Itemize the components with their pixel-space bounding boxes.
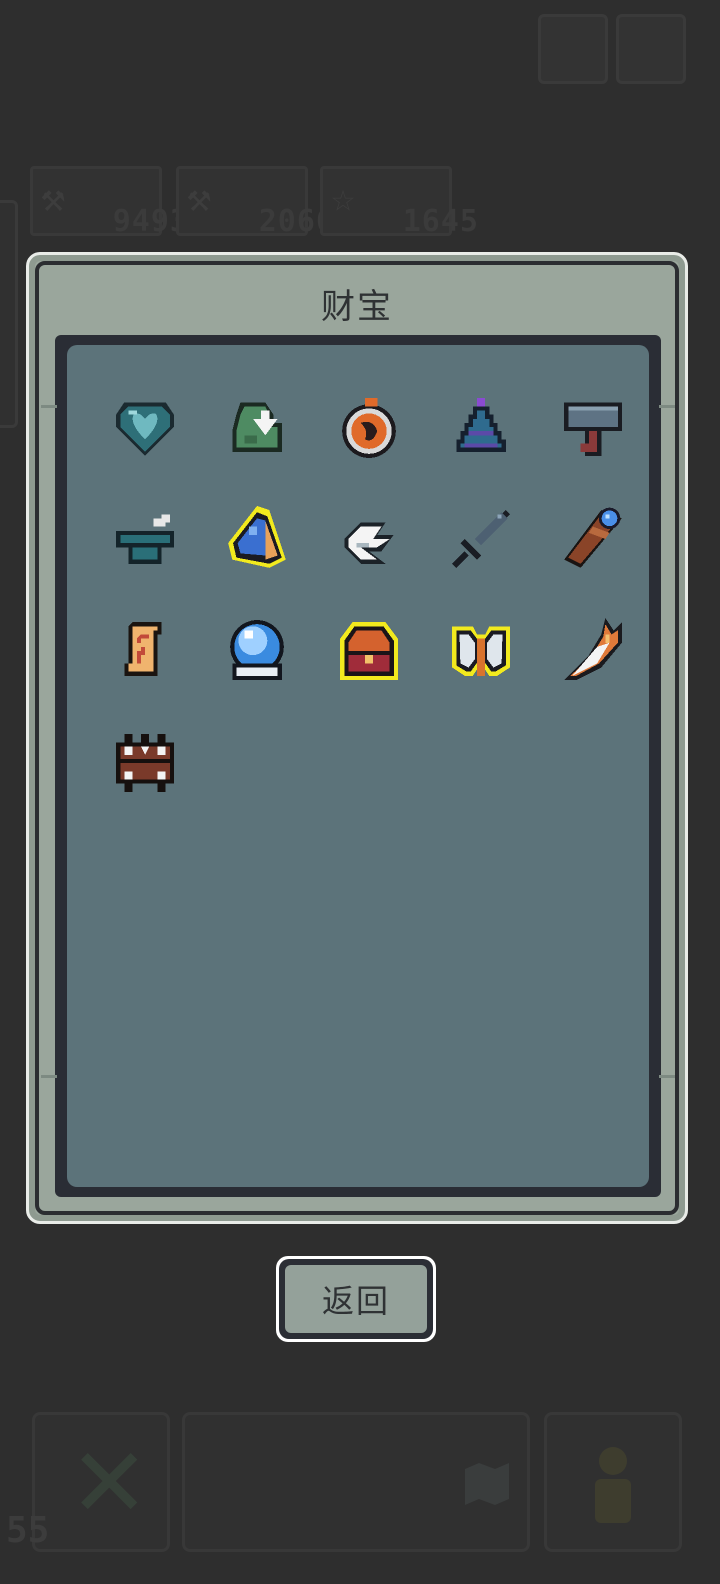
magic-staff-icon [564, 507, 622, 568]
item-slot[interactable] [89, 483, 201, 595]
item-slot[interactable] [537, 483, 649, 595]
wrench-icon: ⚒ [41, 175, 66, 221]
return-button[interactable]: 返回 [276, 1256, 436, 1342]
return-button-label: 返回 [285, 1265, 427, 1333]
hammer-icon [564, 402, 622, 456]
feather-quill-icon [564, 618, 622, 680]
stat-box: ☆ 1645 [320, 166, 478, 239]
stat-box: ⚒ 2066 [176, 166, 334, 239]
settings-button [616, 14, 686, 84]
treasure-panel: 财宝 [26, 252, 688, 1224]
map-icon [465, 1463, 509, 1505]
item-slot[interactable] [425, 483, 537, 595]
crystal-shard-icon [228, 506, 286, 568]
return-button-frame: 返回 [279, 1259, 433, 1339]
item-slot[interactable] [201, 595, 313, 707]
double-axe-icon [452, 626, 510, 676]
crystal-ball-icon [230, 620, 284, 680]
star-icon: ☆ [331, 175, 356, 221]
crossed-swords-icon: ✕ [69, 1427, 150, 1539]
hero-icon [595, 1447, 631, 1523]
menu-button [538, 14, 608, 84]
wrench-icon: ⚒ [187, 175, 212, 221]
item-slot[interactable] [425, 595, 537, 707]
item-slot[interactable] [201, 371, 313, 483]
fire-orb-icon [342, 398, 396, 458]
green-hood-icon [232, 402, 282, 452]
level-badge: 55 [6, 1510, 50, 1551]
treasure-chest-icon [340, 622, 398, 680]
item-slot[interactable] [313, 371, 425, 483]
item-slot[interactable] [537, 595, 649, 707]
item-slot[interactable] [313, 483, 425, 595]
rail-notch [659, 405, 675, 408]
item-slot[interactable] [425, 371, 537, 483]
bottom-slot-center [182, 1412, 530, 1552]
panel-title: 财宝 [321, 287, 393, 327]
tower-icon [456, 398, 506, 452]
bottom-slot-hero [544, 1412, 682, 1552]
magic-hat-icon [116, 514, 174, 564]
item-grid [89, 371, 649, 819]
stat-box: ⚒ 9493 [30, 166, 188, 239]
side-tab [0, 200, 18, 428]
item-slot[interactable] [537, 371, 649, 483]
item-slot[interactable] [201, 483, 313, 595]
rail-notch [659, 1075, 675, 1078]
item-slot[interactable] [89, 595, 201, 707]
item-slot[interactable] [89, 707, 201, 819]
item-list [41, 335, 675, 1197]
item-slot[interactable] [313, 595, 425, 707]
rail-notch [41, 1075, 57, 1078]
scroll-icon [124, 622, 162, 676]
item-slot[interactable] [89, 371, 201, 483]
bottom-slot-attack: ✕ [32, 1412, 170, 1552]
heart-gem-icon [116, 402, 174, 456]
wing-icon [344, 522, 394, 564]
spiked-box-icon [116, 734, 174, 792]
rail-notch [41, 405, 57, 408]
stat-value: 1645 [402, 204, 479, 239]
sword-icon [452, 510, 510, 568]
